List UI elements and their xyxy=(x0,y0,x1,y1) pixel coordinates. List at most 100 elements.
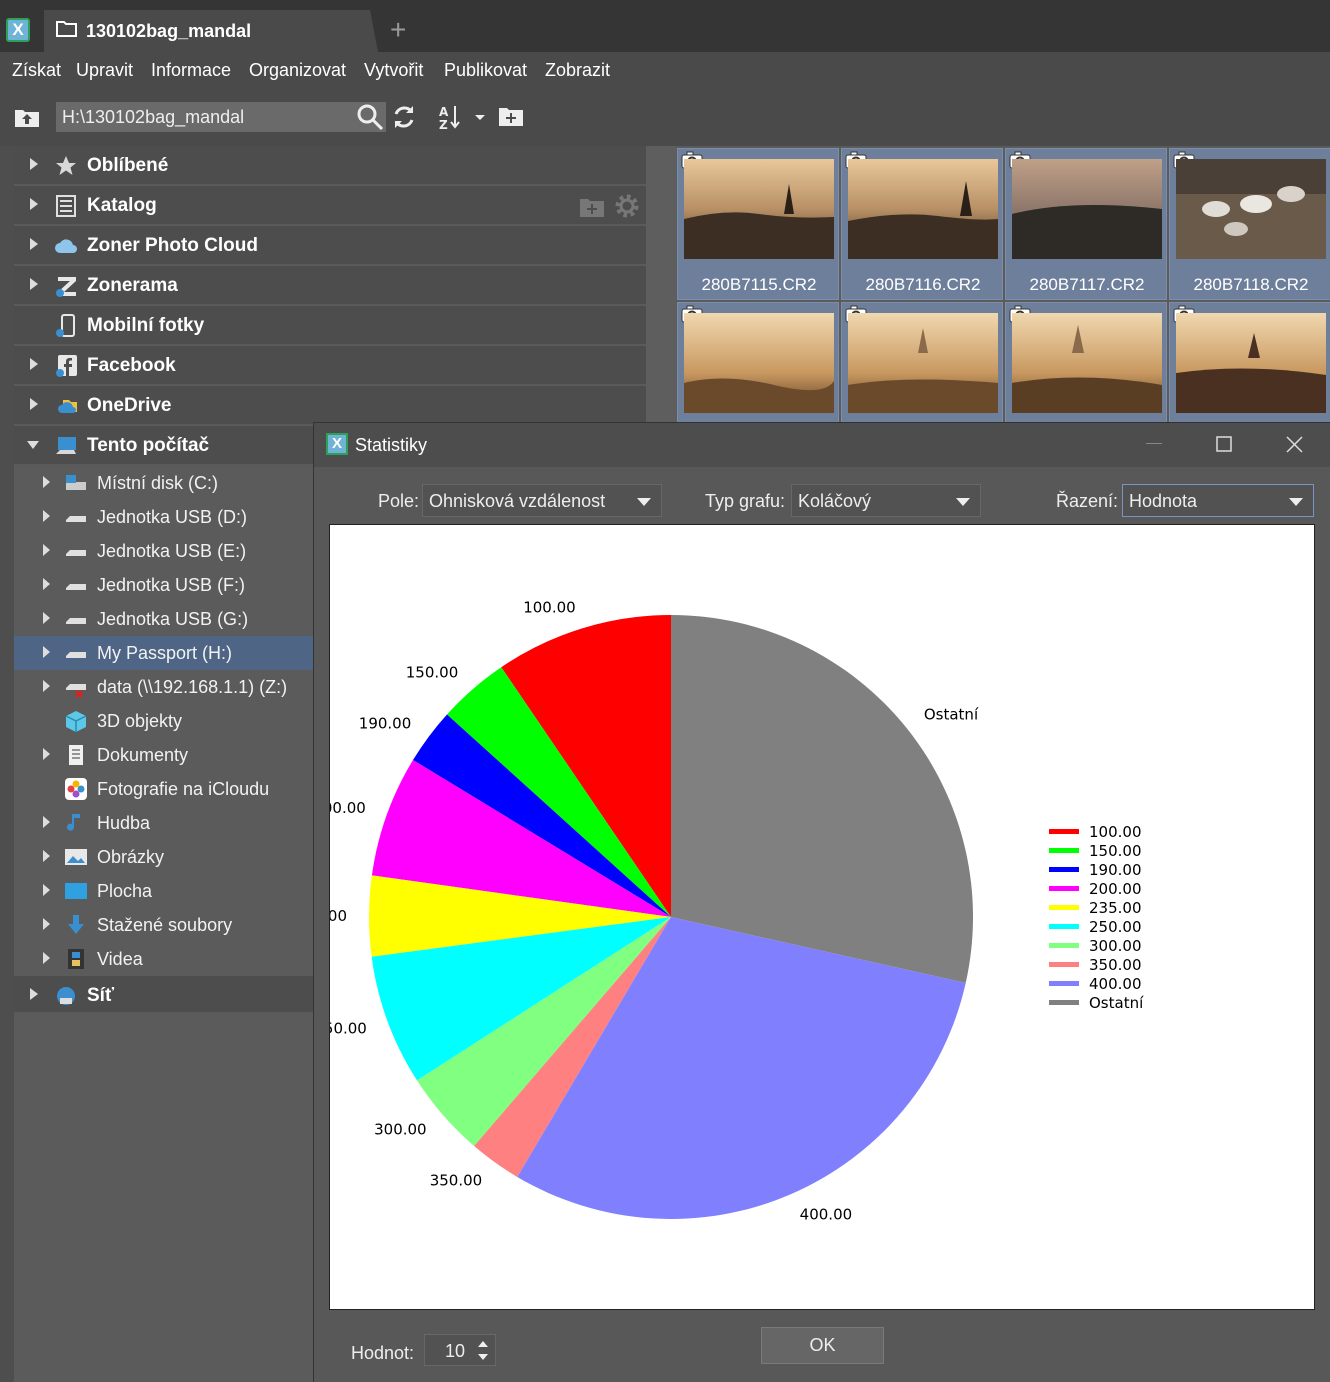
nav-zoner-photo-cloud[interactable]: Zoner Photo Cloud xyxy=(14,226,646,266)
expand-arrow-icon[interactable] xyxy=(30,358,38,370)
nav-sit[interactable]: Síť xyxy=(14,976,314,1014)
expand-arrow-icon[interactable] xyxy=(30,198,38,210)
thumbnail[interactable]: 280B7115.CR2 xyxy=(677,148,839,300)
menu-publikovat[interactable]: Publikovat xyxy=(444,60,527,81)
pie-chart: 100.00150.00190.00200.00235.00250.00300.… xyxy=(330,598,1144,1223)
expand-arrow-icon[interactable] xyxy=(43,544,50,556)
folder-item-dokumenty[interactable]: Dokumenty xyxy=(14,738,314,772)
usb-drive-icon xyxy=(66,618,86,624)
nav-onedrive[interactable]: OneDrive xyxy=(14,386,646,426)
close-icon[interactable] xyxy=(1286,436,1303,453)
path-input[interactable]: H:\130102bag_mandal xyxy=(56,102,386,132)
folder-item-plocha[interactable]: Plocha xyxy=(14,874,314,908)
slice-label: 200.00 xyxy=(330,799,366,817)
desktop-icon xyxy=(65,883,87,899)
legend-label: 150.00 xyxy=(1089,842,1142,860)
legend-label: 250.00 xyxy=(1089,918,1142,936)
minimize-icon[interactable] xyxy=(1146,443,1162,445)
ok-button[interactable]: OK xyxy=(761,1327,884,1364)
menu-vytvorit[interactable]: Vytvořit xyxy=(364,60,423,81)
expand-arrow-icon[interactable] xyxy=(43,680,50,692)
videos-icon xyxy=(68,949,84,969)
slice-label: 250.00 xyxy=(330,1020,367,1038)
sort-icon[interactable]: AZ xyxy=(437,103,487,131)
refresh-icon[interactable] xyxy=(391,103,417,131)
expand-arrow-icon[interactable] xyxy=(30,398,38,410)
zoner-logo-icon: X xyxy=(326,433,348,455)
folder-open-icon xyxy=(56,21,77,37)
expand-arrow-icon[interactable] xyxy=(30,238,38,250)
drive-item-f[interactable]: Jednotka USB (F:) xyxy=(14,568,314,602)
icloud-photos-icon xyxy=(65,778,87,800)
stepper-up-icon[interactable] xyxy=(478,1341,488,1347)
expand-arrow-icon[interactable] xyxy=(43,612,50,624)
folder-up-icon[interactable] xyxy=(14,106,40,128)
add-tab-button[interactable]: + xyxy=(390,16,406,44)
hard-disk-icon xyxy=(66,475,86,490)
folder-item-stazene[interactable]: Stažené soubory xyxy=(14,908,314,942)
drive-item-c[interactable]: Místní disk (C:) xyxy=(14,466,314,500)
folder-item-obrazky[interactable]: Obrázky xyxy=(14,840,314,874)
thumbnail[interactable]: 280B7117.CR2 xyxy=(1005,148,1167,300)
values-count-stepper[interactable]: 10 xyxy=(424,1334,496,1366)
collapse-arrow-icon[interactable] xyxy=(27,441,39,449)
sort-select[interactable]: Hodnota xyxy=(1122,484,1314,517)
expand-arrow-icon[interactable] xyxy=(43,476,50,488)
nav-label: Facebook xyxy=(87,355,176,376)
new-folder-icon[interactable] xyxy=(498,105,524,127)
expand-arrow-icon[interactable] xyxy=(30,988,38,1000)
add-folder-icon[interactable] xyxy=(579,196,605,218)
drive-label: data (\\192.168.1.1) (Z:) xyxy=(97,677,288,697)
nav-katalog[interactable]: Katalog xyxy=(14,186,646,226)
gear-icon[interactable] xyxy=(614,193,640,219)
expand-arrow-icon[interactable] xyxy=(43,884,50,896)
panel-collapse-edge[interactable] xyxy=(0,146,14,1382)
folder-label: Dokumenty xyxy=(97,745,189,765)
folder-item-icloud[interactable]: Fotografie na iCloudu xyxy=(14,772,314,806)
stepper-down-icon[interactable] xyxy=(478,1354,488,1360)
legend-swatch xyxy=(1049,867,1079,872)
drive-item-e[interactable]: Jednotka USB (E:) xyxy=(14,534,314,568)
nav-tento-pocitac[interactable]: Tento počítač xyxy=(14,426,314,466)
nav-zonerama[interactable]: Zonerama xyxy=(14,266,646,306)
dialog-titlebar[interactable]: X Statistiky xyxy=(314,423,1330,467)
values-count-value: 10 xyxy=(445,1341,466,1361)
expand-arrow-icon[interactable] xyxy=(30,158,38,170)
folder-label: Stažené soubory xyxy=(97,915,233,935)
folder-item-hudba[interactable]: Hudba xyxy=(14,806,314,840)
tab-folder[interactable]: 130102bag_mandal xyxy=(44,10,378,52)
thumbnail[interactable]: 280B7116.CR2 xyxy=(841,148,1003,300)
expand-arrow-icon[interactable] xyxy=(43,748,50,760)
maximize-icon[interactable] xyxy=(1216,436,1232,452)
chart-type-select[interactable]: Koláčový xyxy=(791,484,981,517)
expand-arrow-icon[interactable] xyxy=(43,510,50,522)
drive-item-h[interactable]: My Passport (H:) xyxy=(14,636,314,670)
legend-label: 200.00 xyxy=(1089,880,1142,898)
expand-arrow-icon[interactable] xyxy=(43,646,50,658)
menu-organizovat[interactable]: Organizovat xyxy=(249,60,346,81)
menu-informace[interactable]: Informace xyxy=(151,60,231,81)
nav-mobilni-fotky[interactable]: Mobilní fotky xyxy=(14,306,646,346)
field-select[interactable]: Ohnisková vzdálenost xyxy=(422,484,662,517)
expand-arrow-icon[interactable] xyxy=(43,578,50,590)
drive-item-g[interactable]: Jednotka USB (G:) xyxy=(14,602,314,636)
nav-facebook[interactable]: Facebook xyxy=(14,346,646,386)
expand-arrow-icon[interactable] xyxy=(43,816,50,828)
menu-upravit[interactable]: Upravit xyxy=(76,60,133,81)
photo-golden-haze xyxy=(684,313,834,413)
drive-item-d[interactable]: Jednotka USB (D:) xyxy=(14,500,314,534)
search-icon[interactable] xyxy=(356,103,384,131)
expand-arrow-icon[interactable] xyxy=(43,952,50,964)
toolbar: H:\130102bag_mandal AZ xyxy=(0,90,1330,146)
expand-arrow-icon[interactable] xyxy=(43,918,50,930)
expand-arrow-icon[interactable] xyxy=(43,850,50,862)
folder-item-3d[interactable]: 3D objekty xyxy=(14,704,314,738)
nav-oblibene[interactable]: Oblíbené xyxy=(14,146,646,186)
legend-label: 350.00 xyxy=(1089,956,1142,974)
folder-item-videa[interactable]: Videa xyxy=(14,942,314,976)
thumbnail[interactable]: 280B7118.CR2 xyxy=(1169,148,1330,300)
menu-ziskat[interactable]: Získat xyxy=(12,60,61,81)
menu-zobrazit[interactable]: Zobrazit xyxy=(545,60,610,81)
drive-item-z[interactable]: data (\\192.168.1.1) (Z:) xyxy=(14,670,314,704)
expand-arrow-icon[interactable] xyxy=(30,278,38,290)
